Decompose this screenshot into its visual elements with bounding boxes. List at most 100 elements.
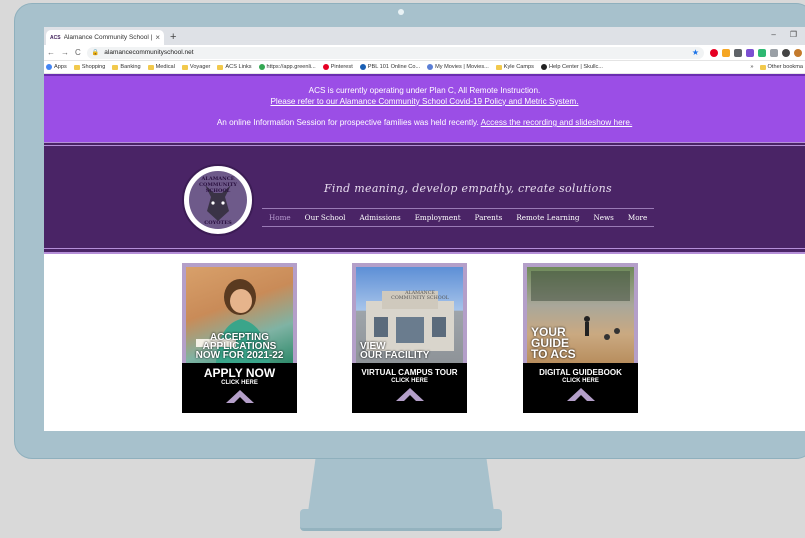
bookmark-label: ACS Links [225, 64, 252, 70]
window-controls: – ❐ [771, 30, 797, 39]
browser-screen: ACS Alamance Community School | T × + – … [44, 27, 805, 431]
forward-arrow-icon[interactable]: → [61, 48, 69, 57]
movies-icon [427, 64, 434, 70]
bookmark-item[interactable]: My Movies | Movies... [427, 64, 489, 70]
nav-our-school[interactable]: Our School [298, 213, 353, 222]
feature-cards: ACCEPTING APPLICATIONS NOW FOR 2021-22 A… [44, 254, 805, 422]
card-cta[interactable]: VIRTUAL CAMPUS TOUR CLICK HERE [352, 363, 467, 413]
virtual-tour-card[interactable]: ALAMANCE COMMUNITY SCHOOL VIEW OUR FACIL… [352, 263, 467, 413]
logo-top-text: ALAMANCE COMMUNITY SCHOOL [199, 176, 237, 194]
card-caption: ACCEPTING APPLICATIONS NOW FOR 2021-22 [195, 332, 284, 361]
logo-bottom-text: COYOTES [204, 220, 232, 226]
main-navigation: Home Our School Admissions Employment Pa… [262, 208, 654, 227]
browser-tab[interactable]: ACS Alamance Community School | T × [46, 30, 164, 45]
announcement-line: ACS is currently operating under Plan C,… [308, 86, 541, 95]
extension-icon[interactable] [758, 48, 766, 57]
building-sign: ALAMANCE COMMUNITY SCHOOL [391, 291, 449, 301]
nav-employment[interactable]: Employment [408, 213, 468, 222]
cta-title: VIRTUAL CAMPUS TOUR [361, 368, 458, 377]
bookmark-item[interactable]: Apps [46, 64, 67, 70]
bookmark-label: Shopping [81, 64, 106, 70]
coyote-icon: ALAMANCE COMMUNITY SCHOOL COYOTES [189, 171, 247, 229]
bookmark-label: My Movies | Movies... [435, 64, 489, 70]
extension-icon[interactable] [734, 48, 742, 57]
bookmark-item[interactable]: PBL 101 Online Co... [359, 64, 421, 70]
url-bar[interactable]: 🔒 alamancecommunityschool.net ★ [86, 46, 704, 59]
chevron-up-icon [225, 390, 254, 404]
skull-icon [540, 64, 547, 70]
bookmark-item[interactable]: Voyager [181, 64, 211, 70]
bookmark-label: PBL 101 Online Co... [367, 64, 421, 70]
bookmark-label: Apps [54, 64, 67, 70]
bookmarks-more-button[interactable]: » [750, 64, 753, 70]
apps-grid-icon [46, 64, 52, 70]
bookmark-item[interactable]: Pinterest [322, 64, 353, 70]
covid-policy-link[interactable]: Please refer to our Alamance Community S… [270, 97, 578, 106]
bookmarks-overflow: » Other bookma [750, 64, 803, 70]
nav-more[interactable]: More [621, 213, 654, 222]
bookmarks-bar: Apps Shopping Banking Medical Voyager ACS Lin… [44, 61, 805, 74]
pinterest-extension-icon[interactable] [710, 48, 718, 57]
card-cta[interactable]: DIGITAL GUIDEBOOK CLICK HERE [523, 363, 638, 413]
bookmark-label: Medical [155, 64, 175, 70]
bookmark-item[interactable]: https://app.greenli... [258, 64, 316, 70]
monitor-neck [308, 459, 494, 512]
folder-icon [217, 64, 224, 70]
cta-subtitle: CLICK HERE [562, 378, 599, 384]
bookmark-item[interactable]: Kyle Camps [495, 64, 534, 70]
student-photo: ACCEPTING APPLICATIONS NOW FOR 2021-22 [182, 263, 297, 363]
extension-icon[interactable] [770, 48, 778, 57]
reload-icon[interactable]: C [75, 48, 81, 57]
address-toolbar: ← → C 🔒 alamancecommunityschool.net ★ [44, 45, 805, 61]
folder-icon [495, 64, 502, 70]
bookmark-star-icon[interactable]: ★ [692, 48, 699, 57]
folder-icon [147, 64, 154, 70]
extension-icon[interactable] [722, 48, 730, 57]
recording-link[interactable]: Access the recording and slideshow here. [481, 118, 633, 127]
webcam-dot [398, 9, 404, 15]
bookmark-label: Other bookma [767, 64, 803, 70]
bookmark-item[interactable]: ACS Links [217, 64, 252, 70]
new-tab-button[interactable]: + [170, 30, 176, 45]
close-tab-icon[interactable]: × [155, 33, 160, 42]
folder-icon [112, 64, 119, 70]
monitor-stand [300, 509, 502, 531]
nav-parents[interactable]: Parents [468, 213, 510, 222]
bookmark-item[interactable]: Help Center | Skullc... [540, 64, 603, 70]
cta-title: APPLY NOW [203, 366, 276, 380]
card-caption: YOUR GUIDE TO ACS [531, 325, 576, 361]
profile-avatar[interactable] [794, 48, 802, 57]
back-arrow-icon[interactable]: ← [47, 48, 55, 57]
puzzle-icon[interactable] [782, 48, 790, 57]
extensions-area [710, 48, 802, 57]
folder-icon [759, 64, 766, 70]
nav-remote-learning[interactable]: Remote Learning [509, 213, 586, 222]
pinterest-icon [322, 64, 329, 70]
bookmark-label: Help Center | Skullc... [548, 64, 603, 70]
card-cta[interactable]: APPLY NOW CLICK HERE [182, 363, 297, 413]
desktop-stage: ACS Alamance Community School | T × + – … [0, 0, 805, 538]
cta-subtitle: CLICK HERE [221, 380, 258, 386]
bookmark-item[interactable]: Shopping [73, 64, 106, 70]
nav-home[interactable]: Home [262, 213, 298, 222]
maximize-button[interactable]: ❐ [790, 30, 797, 39]
bookmark-label: Voyager [189, 64, 211, 70]
folder-icon [181, 64, 188, 70]
chevron-up-icon [566, 388, 595, 402]
school-logo[interactable]: ALAMANCE COMMUNITY SCHOOL COYOTES [182, 164, 254, 236]
info-session-text: An online Information Session for prospe… [216, 118, 481, 127]
minimize-button[interactable]: – [771, 30, 775, 39]
bookmark-item[interactable]: Banking [112, 64, 141, 70]
nav-news[interactable]: News [586, 213, 620, 222]
guidebook-card[interactable]: YOUR GUIDE TO ACS DIGITAL GUIDEBOOK CLIC… [523, 263, 638, 413]
tab-bar: ACS Alamance Community School | T × + – … [44, 27, 805, 45]
folder-icon [73, 64, 80, 70]
other-bookmarks-folder[interactable]: Other bookma [759, 64, 803, 70]
cta-title: DIGITAL GUIDEBOOK [539, 368, 622, 377]
building-photo: ALAMANCE COMMUNITY SCHOOL VIEW OUR FACIL… [352, 263, 467, 363]
extension-icon[interactable] [746, 48, 754, 57]
url-text: alamancecommunityschool.net [104, 49, 194, 56]
apply-now-card[interactable]: ACCEPTING APPLICATIONS NOW FOR 2021-22 A… [182, 263, 297, 413]
nav-admissions[interactable]: Admissions [352, 213, 407, 222]
bookmark-item[interactable]: Medical [147, 64, 175, 70]
